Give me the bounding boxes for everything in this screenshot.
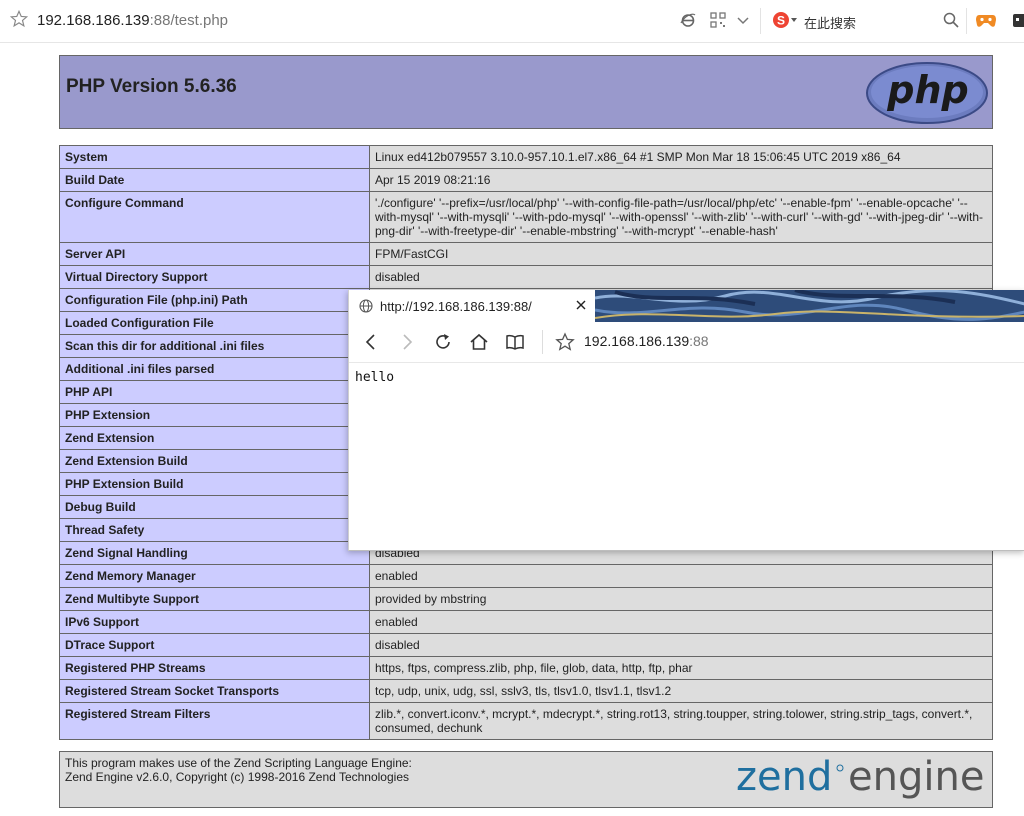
info-key: Configure Command bbox=[59, 191, 370, 243]
info-value: './configure' '--prefix=/usr/local/php' … bbox=[369, 191, 993, 243]
ie-icon[interactable] bbox=[680, 12, 696, 28]
qr-code-icon[interactable] bbox=[710, 12, 726, 28]
info-value: zlib.*, convert.iconv.*, mcrypt.*, mdecr… bbox=[369, 702, 993, 740]
info-key: PHP Extension bbox=[59, 403, 370, 427]
star-icon[interactable] bbox=[10, 10, 28, 28]
info-row: Zend Memory Manager enabled bbox=[59, 564, 993, 588]
info-row: Configure Command './configure' '--prefix… bbox=[59, 191, 993, 243]
magnifier-icon[interactable] bbox=[943, 12, 959, 28]
popup-url-host: 192.168.186.139 bbox=[584, 333, 690, 349]
info-row: Registered PHP Streams https, ftps, compr… bbox=[59, 656, 993, 680]
chevron-down-icon[interactable] bbox=[736, 13, 750, 27]
info-key: Debug Build bbox=[59, 495, 370, 519]
search-placeholder[interactable]: 在此搜索 bbox=[804, 13, 856, 32]
info-row: Registered Stream Filters zlib.*, convert… bbox=[59, 702, 993, 740]
engine-logo-word: engine bbox=[848, 754, 984, 800]
favorite-star-icon[interactable] bbox=[555, 332, 575, 352]
info-key: Registered Stream Socket Transports bbox=[59, 679, 370, 703]
zend-engine-logo: zend engine bbox=[736, 754, 984, 800]
sogou-icon[interactable]: S bbox=[772, 11, 790, 29]
info-value: tcp, udp, unix, udg, ssl, sslv3, tls, tl… bbox=[369, 679, 993, 703]
info-value: https, ftps, compress.zlib, php, file, g… bbox=[369, 656, 993, 680]
tab-strip-background-image bbox=[595, 290, 1024, 322]
info-row: Virtual Directory Support disabled bbox=[59, 265, 993, 289]
info-key: Scan this dir for additional .ini files bbox=[59, 334, 370, 358]
nav-divider bbox=[542, 330, 543, 354]
info-key: Zend Extension bbox=[59, 426, 370, 450]
toolbar-divider bbox=[760, 8, 761, 34]
php-logo-text: php bbox=[886, 68, 968, 112]
zend-credits: This program makes use of the Zend Scrip… bbox=[65, 756, 412, 784]
info-key: Virtual Directory Support bbox=[59, 265, 370, 289]
info-key: PHP API bbox=[59, 380, 370, 404]
info-value: Linux ed412b079557 3.10.0-957.10.1.el7.x… bbox=[369, 145, 993, 169]
info-row: Registered Stream Socket Transports tcp, … bbox=[59, 679, 993, 703]
zend-line-2: Zend Engine v2.6.0, Copyright (c) 1998-2… bbox=[65, 770, 409, 784]
info-row: Server API FPM/FastCGI bbox=[59, 242, 993, 266]
svg-text:S: S bbox=[777, 14, 785, 28]
info-key: DTrace Support bbox=[59, 633, 370, 657]
game-controller-icon[interactable] bbox=[975, 11, 997, 29]
extension-icon[interactable] bbox=[1012, 13, 1024, 27]
php-version-header: PHP Version 5.6.36 php bbox=[59, 55, 993, 129]
info-value: enabled bbox=[369, 564, 993, 588]
info-row: System Linux ed412b079557 3.10.0-957.10.1… bbox=[59, 145, 993, 169]
browser-toolbar: 192.168.186.139:88/test.php S 在此搜索 bbox=[0, 0, 1024, 43]
address-bar[interactable]: 192.168.186.139:88/test.php bbox=[37, 12, 228, 29]
home-icon[interactable] bbox=[469, 332, 489, 352]
address-path: :88/test.php bbox=[149, 12, 229, 29]
info-row: Build Date Apr 15 2019 08:21:16 bbox=[59, 168, 993, 192]
info-key: Zend Memory Manager bbox=[59, 564, 370, 588]
zend-engine-box: This program makes use of the Zend Scrip… bbox=[59, 751, 993, 808]
info-key: Zend Extension Build bbox=[59, 449, 370, 473]
refresh-icon[interactable] bbox=[433, 332, 453, 352]
info-key: System bbox=[59, 145, 370, 169]
info-value: disabled bbox=[369, 633, 993, 657]
popup-navigation-bar: 192.168.186.139:88 bbox=[349, 322, 1024, 363]
popup-browser-window[interactable]: http://192.168.186.139:88/ 192.168.186.1… bbox=[348, 290, 1024, 551]
info-key: Registered PHP Streams bbox=[59, 656, 370, 680]
forward-icon[interactable] bbox=[397, 332, 417, 352]
toolbar-divider bbox=[966, 8, 967, 34]
info-key: IPv6 Support bbox=[59, 610, 370, 634]
info-key: Thread Safety bbox=[59, 518, 370, 542]
php-logo: php bbox=[866, 62, 988, 124]
info-row: Zend Multibyte Support provided by mbstri… bbox=[59, 587, 993, 611]
popup-tab[interactable]: http://192.168.186.139:88/ bbox=[349, 290, 595, 322]
reading-view-icon[interactable] bbox=[505, 332, 525, 352]
info-key: PHP Extension Build bbox=[59, 472, 370, 496]
info-key: Build Date bbox=[59, 168, 370, 192]
info-value: disabled bbox=[369, 265, 993, 289]
info-value: enabled bbox=[369, 610, 993, 634]
info-key: Loaded Configuration File bbox=[59, 311, 370, 335]
info-key: Configuration File (php.ini) Path bbox=[59, 288, 370, 312]
info-key: Zend Signal Handling bbox=[59, 541, 370, 565]
info-key: Additional .ini files parsed bbox=[59, 357, 370, 381]
caret-down-icon[interactable] bbox=[791, 18, 797, 22]
back-icon[interactable] bbox=[361, 332, 381, 352]
info-value: FPM/FastCGI bbox=[369, 242, 993, 266]
info-value: Apr 15 2019 08:21:16 bbox=[369, 168, 993, 192]
info-value: provided by mbstring bbox=[369, 587, 993, 611]
globe-icon bbox=[359, 299, 373, 313]
address-host: 192.168.186.139 bbox=[37, 12, 150, 29]
popup-address-bar[interactable]: 192.168.186.139:88 bbox=[584, 333, 709, 349]
info-key: Registered Stream Filters bbox=[59, 702, 370, 740]
info-key: Server API bbox=[59, 242, 370, 266]
popup-page-content: hello bbox=[355, 370, 395, 385]
php-version-title: PHP Version 5.6.36 bbox=[66, 76, 237, 97]
info-row: IPv6 Support enabled bbox=[59, 610, 993, 634]
popup-url-port: :88 bbox=[689, 333, 709, 349]
popup-tab-title: http://192.168.186.139:88/ bbox=[380, 299, 532, 314]
close-icon[interactable] bbox=[575, 299, 587, 311]
info-key: Zend Multibyte Support bbox=[59, 587, 370, 611]
zend-line-1: This program makes use of the Zend Scrip… bbox=[65, 756, 412, 770]
info-row: DTrace Support disabled bbox=[59, 633, 993, 657]
zend-logo-word: zend bbox=[736, 754, 832, 800]
